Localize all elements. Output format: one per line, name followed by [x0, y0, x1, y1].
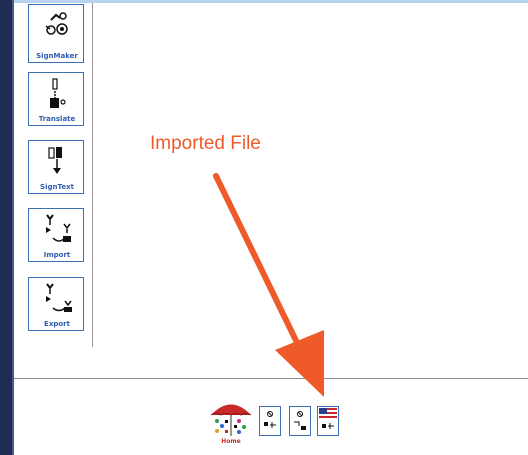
file-icon-3-imported[interactable] — [317, 406, 339, 436]
sign-document-icon — [294, 411, 306, 430]
file-icon-1[interactable] — [259, 406, 281, 436]
home-button[interactable]: Home — [208, 400, 254, 448]
home-label: Home — [221, 438, 241, 445]
file-icon-2[interactable] — [289, 406, 311, 436]
sign-document-icon — [264, 411, 276, 428]
annotation-arrow — [213, 173, 324, 397]
umbrella-home-icon — [210, 404, 252, 436]
us-flag-document-icon — [319, 408, 337, 429]
